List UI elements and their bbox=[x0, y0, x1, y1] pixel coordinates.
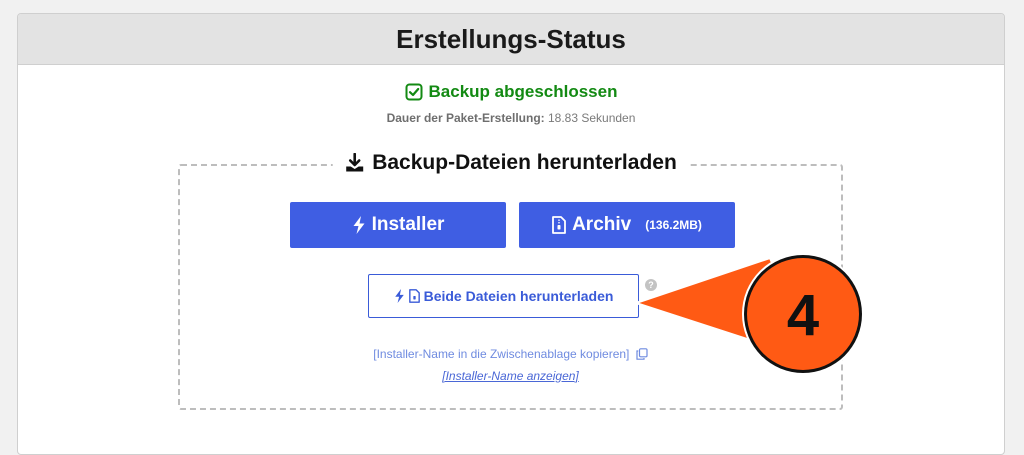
bolt-icon bbox=[353, 216, 365, 234]
archive-download-button[interactable]: Archiv (136.2MB) bbox=[519, 202, 735, 248]
download-icon bbox=[345, 153, 363, 172]
bolt-icon bbox=[394, 289, 404, 303]
build-duration: Dauer der Paket-Erstellung: 18.83 Sekund… bbox=[18, 111, 1004, 125]
copy-icon bbox=[636, 348, 648, 360]
help-icon[interactable]: ? bbox=[645, 279, 657, 291]
zip-file-icon bbox=[552, 216, 566, 234]
download-legend-text: Backup-Dateien herunterladen bbox=[372, 151, 677, 174]
backup-status-text: Backup abgeschlossen bbox=[428, 82, 618, 101]
download-both-button[interactable]: Beide Dateien herunterladen bbox=[368, 274, 639, 318]
panel-header: Erstellungs-Status bbox=[18, 14, 1004, 65]
installer-download-button[interactable]: Installer bbox=[290, 202, 506, 248]
duration-label: Dauer der Paket-Erstellung: bbox=[386, 111, 545, 125]
checkbox-check-icon bbox=[405, 83, 423, 101]
archive-button-label: Archiv bbox=[572, 214, 632, 235]
build-status-panel: Erstellungs-Status Backup abgeschlossen … bbox=[17, 13, 1005, 455]
callout-number: 4 bbox=[786, 282, 820, 348]
installer-button-label: Installer bbox=[371, 214, 445, 235]
copy-installer-name-text: [Installer-Name in die Zwischenablage ko… bbox=[373, 347, 630, 361]
zip-file-icon bbox=[408, 289, 420, 303]
archive-size: (136.2MB) bbox=[645, 218, 702, 232]
panel-title: Erstellungs-Status bbox=[396, 23, 626, 54]
download-both-label: Beide Dateien herunterladen bbox=[423, 288, 614, 304]
duration-value: 18.83 Sekunden bbox=[547, 111, 636, 125]
download-files-legend: Backup-Dateien herunterladen bbox=[332, 151, 689, 175]
backup-status: Backup abgeschlossen bbox=[18, 82, 1004, 102]
